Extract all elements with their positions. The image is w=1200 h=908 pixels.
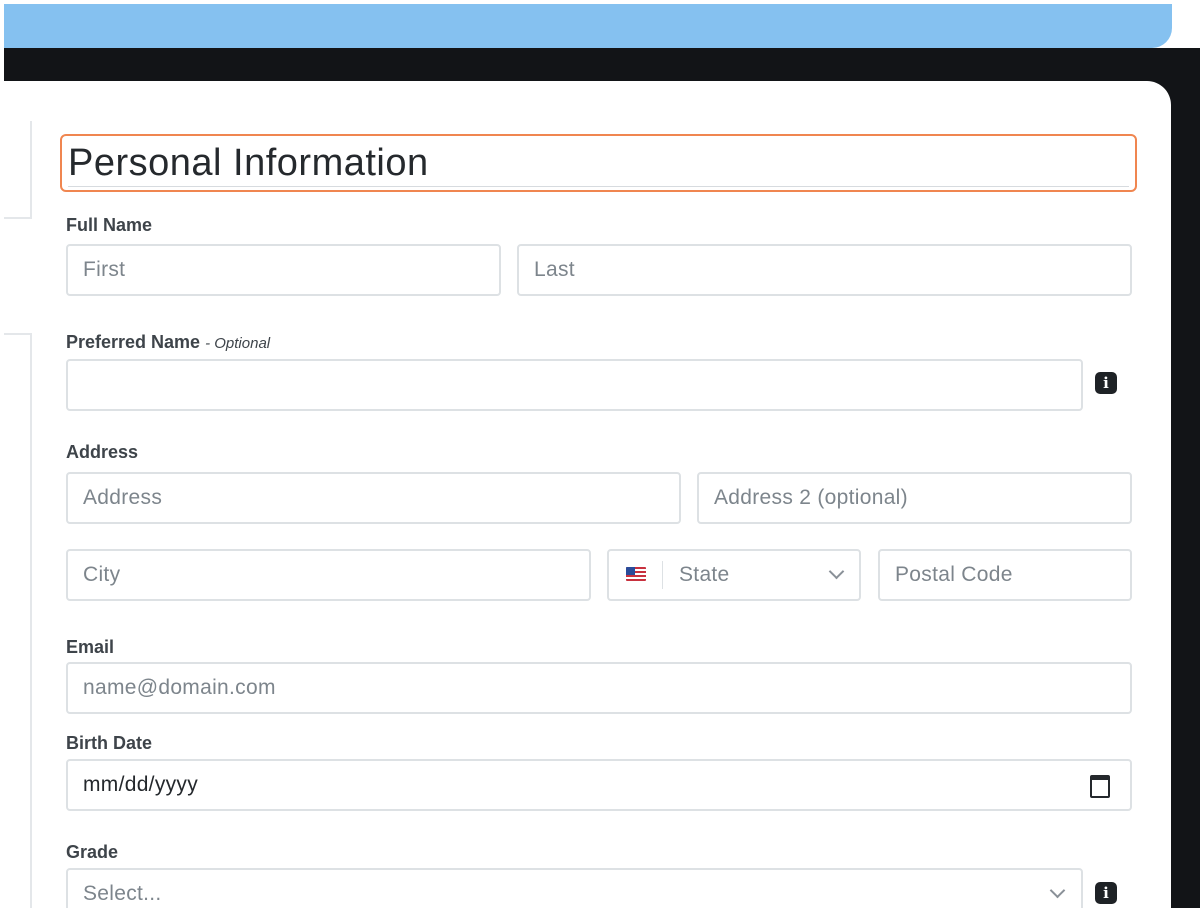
info-icon[interactable]: i bbox=[1095, 372, 1117, 394]
postal-code-placeholder: Postal Code bbox=[895, 563, 1013, 586]
last-name-placeholder: Last bbox=[534, 258, 575, 281]
chevron-down-icon bbox=[828, 563, 845, 580]
address-label: Address bbox=[66, 442, 139, 462]
chevron-down-icon bbox=[1049, 882, 1066, 899]
page-title: Personal Information bbox=[68, 142, 429, 184]
state-divider bbox=[662, 561, 663, 589]
section-title-field[interactable]: Personal Information bbox=[60, 134, 1137, 192]
email-label: Email bbox=[66, 637, 115, 657]
preferred-name-input[interactable] bbox=[66, 359, 1083, 411]
address2-placeholder: Address 2 (optional) bbox=[714, 486, 908, 509]
title-underline bbox=[68, 186, 1129, 187]
first-name-placeholder: First bbox=[83, 258, 126, 281]
preferred-name-label-text: Preferred Name bbox=[66, 332, 201, 352]
city-input[interactable]: City bbox=[66, 549, 591, 601]
top-banner bbox=[4, 4, 1172, 48]
city-placeholder: City bbox=[83, 563, 121, 586]
email-input[interactable]: name@domain.com bbox=[66, 662, 1132, 714]
address-input[interactable]: Address bbox=[66, 472, 681, 524]
preferred-name-label: Preferred Name - Optional bbox=[66, 332, 270, 353]
address-placeholder: Address bbox=[83, 486, 163, 509]
calendar-icon[interactable] bbox=[1090, 775, 1110, 798]
first-name-input[interactable]: First bbox=[66, 244, 501, 296]
birth-date-placeholder: mm/dd/yyyy bbox=[83, 773, 199, 796]
last-name-input[interactable]: Last bbox=[517, 244, 1132, 296]
full-name-label: Full Name bbox=[66, 215, 153, 235]
grade-select[interactable]: Select... bbox=[66, 868, 1083, 908]
birth-date-label: Birth Date bbox=[66, 733, 153, 753]
birth-date-input[interactable]: mm/dd/yyyy bbox=[66, 759, 1132, 811]
grade-label: Grade bbox=[66, 842, 119, 862]
side-divider bbox=[4, 333, 32, 908]
email-placeholder: name@domain.com bbox=[83, 676, 276, 699]
address2-input[interactable]: Address 2 (optional) bbox=[697, 472, 1132, 524]
postal-code-input[interactable]: Postal Code bbox=[878, 549, 1132, 601]
form-card: Personal Information Full Name First Las… bbox=[4, 81, 1171, 908]
grade-placeholder: Select... bbox=[83, 882, 162, 905]
info-icon[interactable]: i bbox=[1095, 882, 1117, 904]
side-divider bbox=[4, 121, 32, 219]
state-placeholder: State bbox=[679, 563, 730, 586]
state-select[interactable]: State bbox=[607, 549, 861, 601]
optional-note: - Optional bbox=[205, 335, 271, 352]
us-flag-icon bbox=[626, 567, 646, 581]
